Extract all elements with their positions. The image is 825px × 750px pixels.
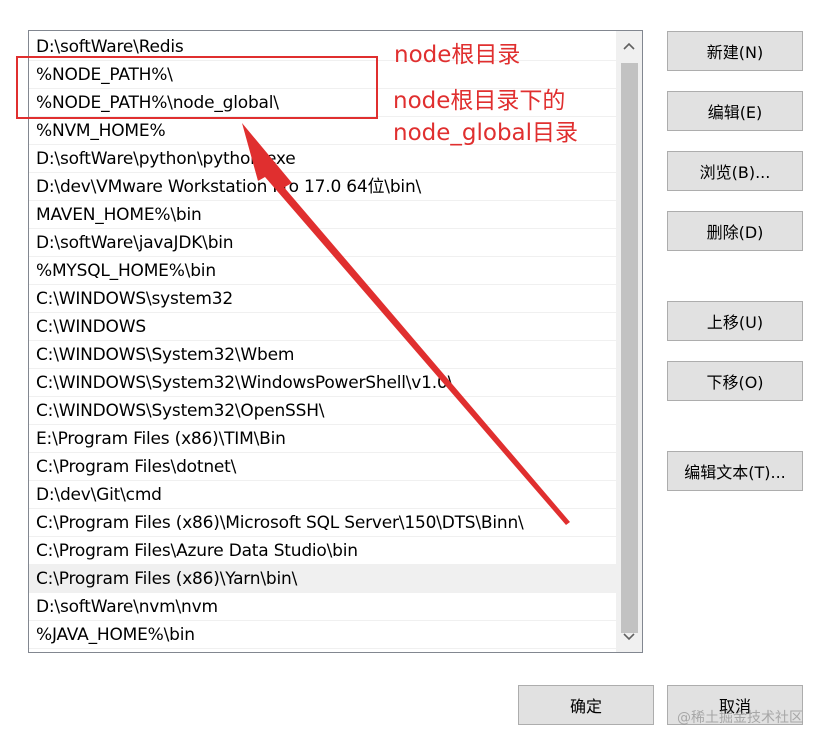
list-item[interactable]: C:\Program Files\Azure Data Studio\bin (29, 537, 617, 565)
scrollbar-thumb[interactable] (621, 63, 638, 633)
scroll-up-button[interactable] (616, 33, 642, 59)
scroll-down-button[interactable] (616, 624, 642, 650)
annotation-label-node-global-line1: node根目录下的 (393, 88, 566, 114)
new-button[interactable]: 新建(N) (667, 31, 803, 71)
list-item[interactable]: C:\Program Files (x86)\Yarn\bin\ (29, 565, 617, 593)
vertical-scrollbar[interactable] (616, 31, 642, 652)
list-item[interactable]: D:\softWare\nvm\nvm (29, 593, 617, 621)
list-item[interactable]: C:\WINDOWS\System32\WindowsPowerShell\v1… (29, 369, 617, 397)
list-item[interactable]: C:\WINDOWS (29, 313, 617, 341)
list-item[interactable]: C:\WINDOWS\system32 (29, 285, 617, 313)
annotation-label-node-global-line2: node_global目录 (393, 120, 579, 146)
list-item[interactable]: C:\Program Files\dotnet\ (29, 453, 617, 481)
list-item[interactable]: %MYSQL_HOME%\bin (29, 257, 617, 285)
list-item[interactable]: D:\softWare\python\python.exe (29, 145, 617, 173)
list-item[interactable]: MAVEN_HOME%\bin (29, 201, 617, 229)
list-item[interactable]: D:\dev\VMware Workstation Pro 17.0 64位\b… (29, 173, 617, 201)
ok-button[interactable]: 确定 (518, 685, 654, 725)
list-item[interactable]: %JAVA_HOME%\bin (29, 621, 617, 649)
chevron-up-icon (623, 42, 635, 50)
list-item[interactable]: E:\Program Files (x86)\TIM\Bin (29, 425, 617, 453)
annotation-highlight-box (16, 56, 378, 119)
browse-button[interactable]: 浏览(B)... (667, 151, 803, 191)
annotation-label-node-root: node根目录 (394, 42, 521, 68)
list-item[interactable]: D:\softWare\javaJDK\bin (29, 229, 617, 257)
watermark: @稀土掘金技术社区 (677, 710, 803, 726)
chevron-down-icon (623, 633, 635, 641)
list-item[interactable]: C:\Program Files (x86)\Microsoft SQL Ser… (29, 509, 617, 537)
list-item[interactable]: C:\WINDOWS\System32\Wbem (29, 341, 617, 369)
move-down-button[interactable]: 下移(O) (667, 361, 803, 401)
edit-text-button[interactable]: 编辑文本(T)... (667, 451, 803, 491)
list-item[interactable]: C:\WINDOWS\System32\OpenSSH\ (29, 397, 617, 425)
delete-button[interactable]: 删除(D) (667, 211, 803, 251)
edit-button[interactable]: 编辑(E) (667, 91, 803, 131)
move-up-button[interactable]: 上移(U) (667, 301, 803, 341)
list-item[interactable]: D:\dev\Git\cmd (29, 481, 617, 509)
